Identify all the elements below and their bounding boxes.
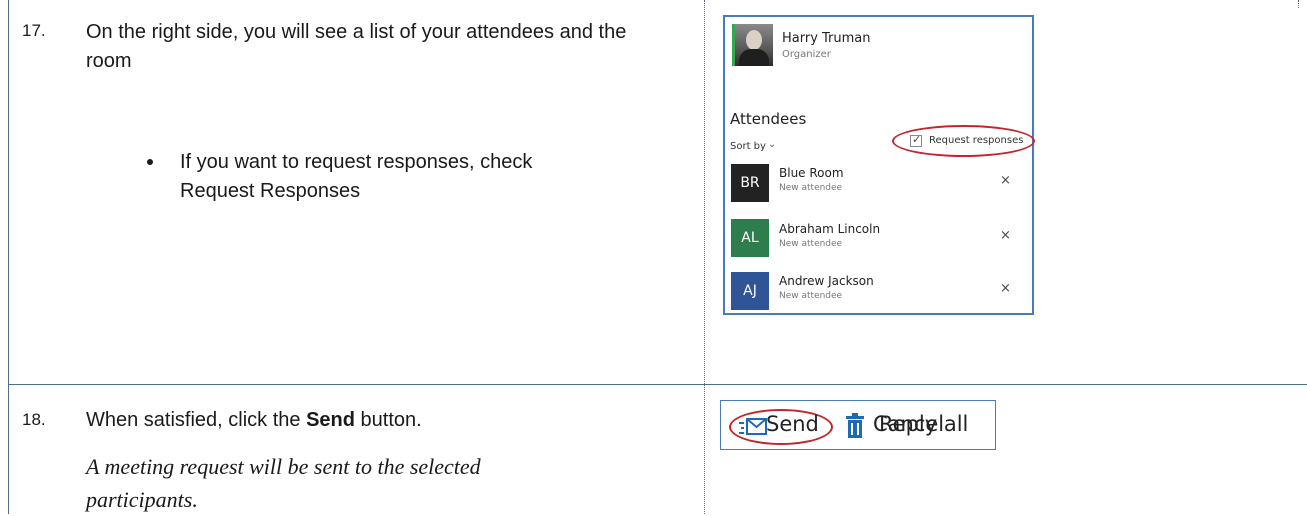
reply-all-button[interactable]: Reply all [879,412,968,436]
table-row-divider [8,384,1307,385]
request-responses-checkbox[interactable]: ✓ [910,134,922,147]
trash-icon [845,413,865,444]
instruction-text: button. [355,409,422,431]
organizer-name: Harry Truman [782,31,871,46]
note-line2: participants. [86,487,198,512]
attendee-panel-screenshot: Harry Truman Organizer Attendees Sort by… [723,15,1035,315]
attendee-status: New attendee [779,183,843,193]
organizer-photo [735,24,773,66]
instruction-text: When satisfied, click the [86,409,307,431]
instruction-bold-text: Send [306,409,355,431]
attendee-name: Blue Room [779,166,844,180]
bullet-text-line2: Request Responses [180,180,361,202]
step-number: 17. [22,21,46,40]
send-button[interactable]: Send [766,412,819,436]
step-instruction: On the right side, you will see a list o… [86,21,627,72]
remove-attendee-icon[interactable]: × [1000,173,1011,188]
organizer-role: Organizer [782,49,831,60]
remove-attendee-icon[interactable]: × [1000,281,1011,296]
step-number: 18. [22,410,46,429]
table-column-divider [704,0,705,514]
remove-attendee-icon[interactable]: × [1000,228,1011,243]
attendee-name: Abraham Lincoln [779,222,881,236]
table-border-left [8,0,9,514]
avatar: BR [731,164,769,202]
check-icon: ✓ [912,134,922,146]
step-instruction: When satisfied, click the Send button. [86,406,422,435]
note-line1: A meeting request will be sent to the se… [86,454,481,479]
send-icon [738,416,768,443]
table-border-right [1298,0,1299,8]
avatar: AL [731,219,769,257]
attendee-status: New attendee [779,291,843,301]
request-responses-label: Request responses [929,135,1024,146]
chevron-down-icon: ⌄ [768,139,777,150]
avatar: AJ [731,272,769,310]
sort-by-button[interactable]: Sort by [730,141,766,152]
bullet-icon [147,159,153,165]
attendees-heading: Attendees [730,110,807,128]
attendee-name: Andrew Jackson [779,274,874,288]
bullet-text-line1: If you want to request responses, check [180,151,533,173]
attendee-status: New attendee [779,239,843,249]
